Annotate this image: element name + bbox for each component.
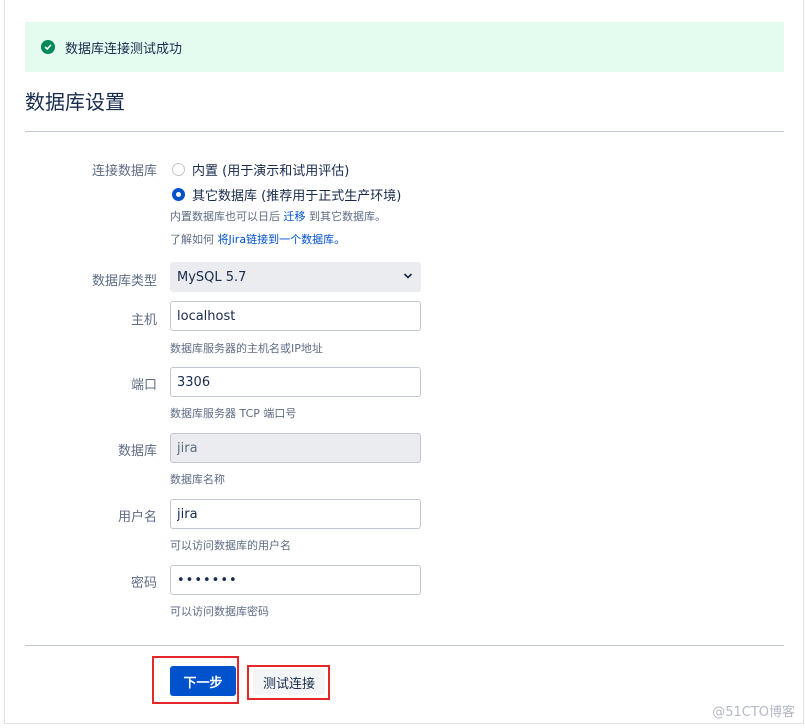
radio-builtin[interactable]: 内置 (用于演示和试用评估) bbox=[172, 160, 349, 179]
username-label: 用户名 bbox=[117, 510, 157, 525]
learn-hint-prefix: 了解如何 bbox=[170, 233, 214, 246]
radio-builtin-label: 内置 (用于演示和试用评估) bbox=[192, 164, 350, 179]
host-label: 主机 bbox=[130, 313, 157, 328]
radio-other-db[interactable]: 其它数据库 (推荐用于正式生产环境) bbox=[172, 185, 401, 204]
password-input[interactable] bbox=[170, 565, 421, 595]
port-label: 端口 bbox=[130, 378, 157, 393]
next-button[interactable]: 下一步 bbox=[170, 666, 236, 696]
radio-other-db-label: 其它数据库 (推荐用于正式生产环境) bbox=[192, 189, 402, 204]
password-hint: 可以访问数据库密码 bbox=[170, 605, 269, 618]
database-hint: 数据库名称 bbox=[170, 473, 225, 486]
connection-label: 连接数据库 bbox=[91, 164, 157, 179]
radio-other-db-indicator[interactable] bbox=[172, 188, 185, 201]
success-banner: 数据库连接测试成功 bbox=[25, 22, 784, 72]
db-type-label: 数据库类型 bbox=[91, 274, 157, 289]
host-input[interactable] bbox=[170, 301, 421, 331]
username-hint: 可以访问数据库的用户名 bbox=[170, 539, 291, 552]
migrate-link[interactable]: 迁移 bbox=[284, 210, 306, 223]
connect-db-link[interactable]: 将Jira链接到一个数据库。 bbox=[218, 233, 346, 246]
username-input[interactable] bbox=[170, 499, 421, 529]
password-label: 密码 bbox=[130, 576, 157, 591]
test-connection-button[interactable]: 测试连接 bbox=[253, 669, 325, 695]
port-hint: 数据库服务器 TCP 端口号 bbox=[170, 407, 297, 420]
migrate-hint-suffix: 到其它数据库。 bbox=[309, 210, 386, 223]
watermark: @51CTO博客 bbox=[712, 705, 795, 720]
db-type-select[interactable]: MySQL 5.7 bbox=[170, 262, 421, 292]
footer-divider bbox=[25, 645, 784, 646]
port-input[interactable] bbox=[170, 367, 421, 397]
database-input bbox=[170, 433, 421, 463]
banner-message: 数据库连接测试成功 bbox=[65, 41, 183, 57]
page-title: 数据库设置 bbox=[25, 90, 125, 114]
migrate-hint-prefix: 内置数据库也可以日后 bbox=[170, 210, 280, 223]
chevron-down-icon bbox=[403, 273, 413, 279]
database-label: 数据库 bbox=[117, 444, 157, 459]
host-hint: 数据库服务器的主机名或IP地址 bbox=[170, 342, 323, 355]
db-type-value: MySQL 5.7 bbox=[177, 269, 247, 285]
check-circle-icon bbox=[41, 40, 55, 54]
radio-builtin-indicator[interactable] bbox=[172, 163, 185, 176]
migrate-hint: 内置数据库也可以日后 迁移 到其它数据库。 bbox=[170, 208, 386, 224]
learn-hint: 了解如何 将Jira链接到一个数据库。 bbox=[170, 231, 345, 247]
title-divider bbox=[25, 131, 784, 132]
